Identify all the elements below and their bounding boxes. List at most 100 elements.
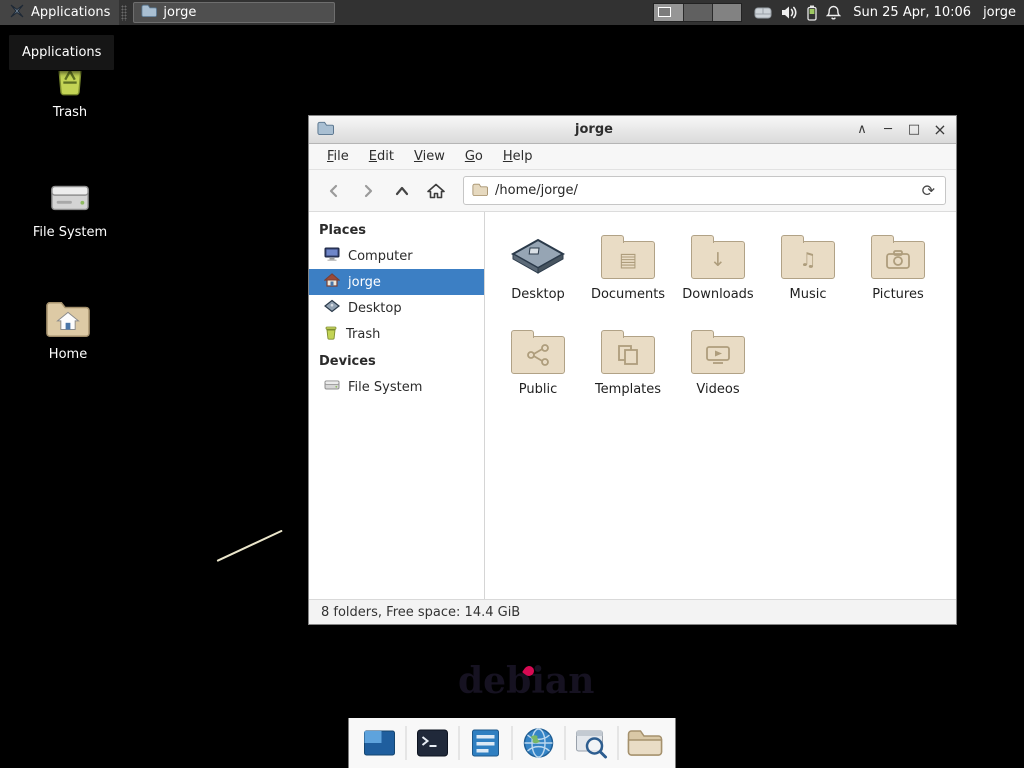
dock-app-finder-button[interactable] <box>569 718 615 768</box>
close-button[interactable]: × <box>932 122 948 138</box>
location-bar[interactable]: ⟳ <box>463 176 946 205</box>
dock-web-browser-button[interactable] <box>516 718 562 768</box>
file-label: Public <box>519 382 557 397</box>
dock-separator <box>459 726 460 760</box>
home-folder-icon <box>44 292 92 340</box>
menu-view[interactable]: View <box>404 145 455 168</box>
taskbar-window-button[interactable]: jorge <box>133 2 335 23</box>
forward-button[interactable] <box>353 176 383 206</box>
minimize-button[interactable]: ─ <box>880 122 896 138</box>
status-text: 8 folders, Free space: 14.4 GiB <box>321 605 520 620</box>
back-button[interactable] <box>319 176 349 206</box>
dock-separator <box>406 726 407 760</box>
workspace-2[interactable] <box>683 4 712 21</box>
touchpad-icon[interactable] <box>754 6 772 20</box>
file-folder-music[interactable]: ♫ Music <box>763 230 853 325</box>
dock-window-list-button[interactable] <box>463 718 509 768</box>
sidebar-item-jorge[interactable]: jorge <box>309 269 484 295</box>
window-list-icon <box>469 725 503 761</box>
dock-separator <box>512 726 513 760</box>
terminal-icon <box>415 725 451 761</box>
volume-icon[interactable] <box>781 5 798 20</box>
location-input[interactable] <box>495 183 913 198</box>
dock-separator <box>618 726 619 760</box>
templates-emblem-icon <box>616 344 640 366</box>
shade-button[interactable]: ∧ <box>854 122 870 138</box>
menubar: File Edit View Go Help <box>309 144 956 170</box>
share-emblem-icon <box>526 344 550 366</box>
search-icon <box>574 725 610 761</box>
notifications-bell-icon[interactable] <box>826 5 841 21</box>
maximize-button[interactable]: □ <box>906 122 922 138</box>
reload-icon[interactable]: ⟳ <box>920 183 937 199</box>
dock-file-manager-button[interactable] <box>622 718 668 768</box>
music-folder-icon: ♫ <box>781 230 835 282</box>
menu-go[interactable]: Go <box>455 145 493 168</box>
window-icon[interactable] <box>317 120 334 139</box>
file-label: Music <box>790 287 827 302</box>
taskbar-window-label: jorge <box>163 5 196 20</box>
up-button[interactable] <box>387 176 417 206</box>
battery-icon[interactable] <box>807 5 817 21</box>
window-titlebar[interactable]: jorge ∧ ─ □ × <box>309 116 956 144</box>
desktop-surface-icon <box>324 299 340 317</box>
desktop-icon-file-system[interactable]: File System <box>22 170 118 240</box>
downloads-folder-icon: ↓ <box>691 230 745 282</box>
panel-separator <box>121 5 127 21</box>
dock-show-desktop-button[interactable] <box>357 718 403 768</box>
home-button[interactable] <box>421 176 451 206</box>
sidebar-item-trash[interactable]: Trash <box>309 321 484 347</box>
panel-clock[interactable]: Sun 25 Apr, 10:06 <box>853 5 971 20</box>
file-folder-videos[interactable]: Videos <box>673 325 763 420</box>
desktop-icon-label: File System <box>33 225 107 240</box>
file-folder-pictures[interactable]: Pictures <box>853 230 943 325</box>
sidebar-item-label: Desktop <box>348 301 402 316</box>
show-desktop-icon <box>362 725 398 761</box>
file-folder-downloads[interactable]: ↓ Downloads <box>673 230 763 325</box>
panel-username: jorge <box>983 5 1016 20</box>
sidebar-item-file-system[interactable]: File System <box>309 374 484 400</box>
downloads-emblem-icon: ↓ <box>710 251 726 270</box>
globe-icon <box>521 725 557 761</box>
debian-wordmark: debian <box>458 660 594 702</box>
desktop-icon-home[interactable]: Home <box>20 292 116 362</box>
file-label: Desktop <box>511 287 565 302</box>
applications-tooltip: Applications <box>8 34 115 71</box>
sidebar-item-label: Computer <box>348 249 413 264</box>
sidebar-item-computer[interactable]: Computer <box>309 243 484 269</box>
file-manager-icon <box>141 4 157 21</box>
workspace-3[interactable] <box>712 4 741 21</box>
file-manager-window: jorge ∧ ─ □ × File Edit View Go Help <box>308 115 957 625</box>
file-folder-desktop[interactable]: Desktop <box>493 230 583 325</box>
file-grid: Desktop ▤ Documents ↓ Downloads ♫ Music <box>485 212 956 599</box>
sidebar-item-label: jorge <box>348 275 381 290</box>
sidebar-item-label: Trash <box>346 327 380 342</box>
public-folder-icon <box>511 325 565 377</box>
side-pane: Places Computer jorge Desktop <box>309 212 485 599</box>
bottom-dock <box>349 718 676 768</box>
top-panel: Applications jorge Sun 25 <box>0 0 1024 25</box>
menu-help[interactable]: Help <box>493 145 543 168</box>
desktop-artifact-line <box>217 530 283 562</box>
dock-terminal-button[interactable] <box>410 718 456 768</box>
file-folder-public[interactable]: Public <box>493 325 583 420</box>
desktop-folder-icon <box>510 230 566 282</box>
window-content: Places Computer jorge Desktop <box>309 212 956 599</box>
file-folder-templates[interactable]: Templates <box>583 325 673 420</box>
statusbar: 8 folders, Free space: 14.4 GiB <box>309 599 956 624</box>
workspace-1[interactable] <box>654 4 683 21</box>
applications-menu-button[interactable]: Applications <box>0 0 119 25</box>
home-icon <box>324 273 340 291</box>
file-folder-documents[interactable]: ▤ Documents <box>583 230 673 325</box>
menu-edit[interactable]: Edit <box>359 145 404 168</box>
panel-right-cluster: Sun 25 Apr, 10:06 jorge <box>653 3 1024 22</box>
computer-icon <box>324 247 340 265</box>
toolbar: ⟳ <box>309 170 956 212</box>
workspace-window-miniature <box>658 7 671 17</box>
sidebar-item-desktop[interactable]: Desktop <box>309 295 484 321</box>
applications-tooltip-text: Applications <box>22 45 101 60</box>
workspace-switcher <box>653 3 742 22</box>
window-controls: ∧ ─ □ × <box>854 122 948 138</box>
file-label: Pictures <box>872 287 923 302</box>
menu-file[interactable]: File <box>317 145 359 168</box>
